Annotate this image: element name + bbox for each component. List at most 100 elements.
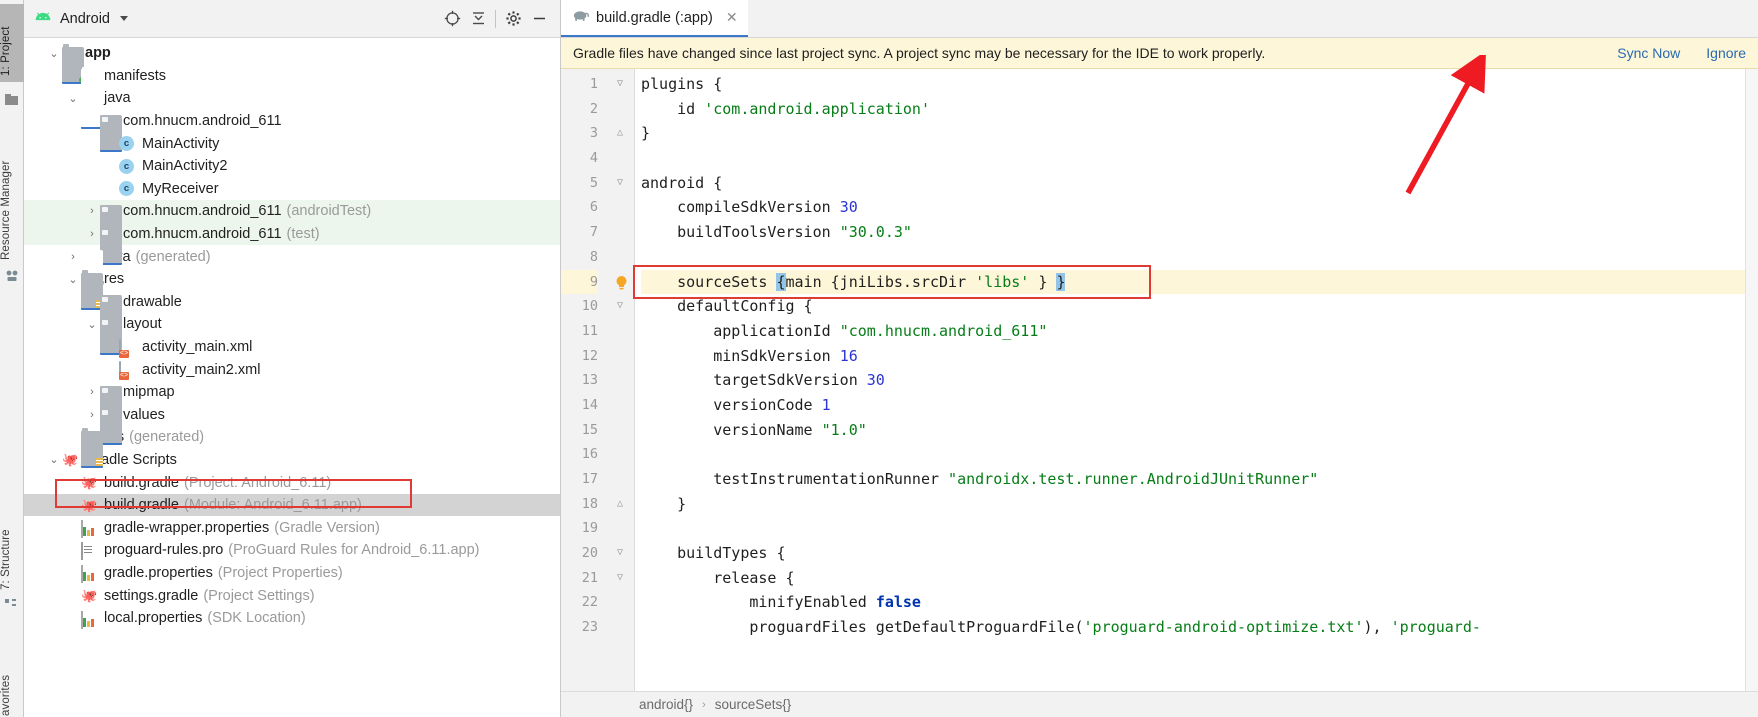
code-line[interactable] (641, 245, 1758, 270)
code-line[interactable]: versionCode 1 (641, 393, 1758, 418)
code-fold-collapse-icon[interactable]: △ (617, 498, 627, 509)
gutter-marker[interactable]: ▽ (607, 566, 634, 591)
code-line[interactable] (641, 516, 1758, 541)
code-line[interactable]: } (641, 121, 1758, 146)
code-fold-expand-icon[interactable]: ▽ (617, 177, 627, 188)
breadcrumb-item-1[interactable]: sourceSets{} (715, 697, 792, 712)
gutter-marker[interactable]: △ (607, 121, 634, 146)
gutter-marker[interactable] (607, 146, 634, 171)
gutter-marker[interactable] (607, 195, 634, 220)
chevron-right-icon[interactable]: › (84, 226, 100, 242)
chevron-down-icon[interactable] (119, 16, 128, 21)
tree-row[interactable]: 🐙 build.gradle (Project: Android_6.11) (24, 471, 560, 494)
code-line[interactable]: buildTypes { (641, 541, 1758, 566)
breadcrumb[interactable]: android{} › sourceSets{} (561, 691, 1758, 717)
code-line[interactable]: android { (641, 171, 1758, 196)
breadcrumb-item-0[interactable]: android{} (639, 697, 693, 712)
gutter-marker[interactable] (607, 368, 634, 393)
chevron-down-icon[interactable]: ⌄ (84, 316, 100, 332)
chevron-down-icon[interactable]: ⌄ (46, 45, 62, 61)
code-line[interactable]: applicationId "com.hnucm.android_611" (641, 319, 1758, 344)
collapse-all-icon[interactable] (465, 6, 491, 32)
chevron-right-icon[interactable]: › (65, 249, 81, 265)
sync-now-link[interactable]: Sync Now (1617, 45, 1680, 61)
tree-row[interactable]: 🐙 build.gradle (Module: Android_6.11.app) (24, 493, 560, 517)
gutter-marker[interactable] (607, 516, 634, 541)
tree-row[interactable]: gradle-wrapper.properties (Gradle Version… (24, 516, 560, 539)
code-fold-collapse-icon[interactable]: △ (617, 128, 627, 138)
chevron-right-icon[interactable]: › (84, 407, 100, 423)
tree-row[interactable]: ⌄ layout (24, 313, 560, 355)
code-line[interactable]: minifyEnabled false (641, 590, 1758, 615)
code-line[interactable]: minSdkVersion 16 (641, 344, 1758, 369)
code-fold-expand-icon[interactable]: ▽ (617, 572, 627, 583)
code-line[interactable]: buildToolsVersion "30.0.3" (641, 220, 1758, 245)
gutter-marker[interactable] (607, 590, 634, 615)
gutter-marker[interactable] (607, 442, 634, 467)
tree-row[interactable]: › mipmap (24, 381, 560, 423)
tool-button-favorites[interactable]: avorites (0, 628, 24, 716)
gutter-marker[interactable]: ▽ (607, 541, 634, 566)
code-line[interactable]: } (641, 492, 1758, 517)
editor-tab-build-gradle[interactable]: build.gradle (:app) ✕ (561, 0, 748, 37)
gutter-marker[interactable]: ▽ (607, 72, 634, 97)
tree-row[interactable]: ⌄com.hnucm.android_611 (24, 110, 560, 152)
code-line[interactable]: proguardFiles getDefaultProguardFile('pr… (641, 615, 1758, 640)
ignore-link[interactable]: Ignore (1706, 45, 1746, 61)
code-line[interactable]: id 'com.android.application' (641, 97, 1758, 122)
code-editor[interactable]: 1 2 3 4 5 6 7 8 9 10 11 12 13 14 15 16 17 18 19 20 21 22 23 ▽ △… (561, 69, 1758, 691)
gutter-marker[interactable] (607, 615, 634, 640)
tree-row[interactable]: local.properties (SDK Location) (24, 607, 560, 630)
code-line[interactable]: release { (641, 566, 1758, 591)
select-opened-file-icon[interactable] (439, 6, 465, 32)
tree-row[interactable]: ⌄ app (24, 42, 560, 84)
tree-row[interactable]: ›drawable (24, 291, 560, 333)
gutter-marker[interactable] (607, 220, 634, 245)
tree-row[interactable]: ›manifests (24, 65, 560, 107)
code-line[interactable]: targetSdkVersion 30 (641, 368, 1758, 393)
code-line[interactable]: versionName "1.0" (641, 418, 1758, 443)
code-text[interactable]: plugins { id 'com.android.application'} a… (635, 69, 1758, 691)
tree-row[interactable]: ⌄ 🐙 Gradle Scripts (24, 449, 560, 472)
gutter-marker[interactable]: ▽ (607, 294, 634, 319)
tree-row[interactable]: 🐙 settings.gradle (Project Settings) (24, 584, 560, 607)
chevron-down-icon[interactable]: ⌄ (65, 90, 81, 106)
gutter-marker[interactable] (607, 467, 634, 492)
code-fold-expand-icon[interactable]: ▽ (617, 301, 627, 311)
chevron-right-icon[interactable]: › (84, 384, 100, 400)
editor-vertical-scrollbar[interactable] (1745, 69, 1758, 691)
tree-row[interactable]: › com.hnucm.android_611 (test) (24, 222, 560, 265)
tree-row[interactable]: proguard-rules.pro (ProGuard Rules for An… (24, 539, 560, 562)
tree-row[interactable]: activity_main2.xml (24, 358, 560, 381)
tree-row[interactable]: › values (24, 404, 560, 446)
code-line[interactable]: plugins { (641, 72, 1758, 97)
chevron-down-icon[interactable]: ⌄ (65, 271, 81, 287)
code-line[interactable]: compileSdkVersion 30 (641, 195, 1758, 220)
tool-button-resource-manager[interactable]: Resource Manager (0, 120, 24, 260)
hide-tool-window-icon[interactable] (526, 6, 552, 32)
project-tree[interactable]: ⌄app›manifests⌄java⌄com.hnucm.android_61… (24, 38, 560, 717)
intention-bulb-icon[interactable] (615, 274, 627, 290)
fold-and-hint-gutter[interactable]: ▽ △ ▽ ▽ △ ▽ ▽ (607, 69, 635, 691)
tree-row[interactable]: › com.hnucm.android_611 (androidTest) (24, 200, 560, 242)
tree-row[interactable]: c MainActivity2 (24, 155, 560, 178)
gutter-marker[interactable]: ▽ (607, 171, 634, 196)
gutter-marker[interactable] (607, 344, 634, 369)
settings-gear-icon[interactable] (500, 6, 526, 32)
project-view-selector-label[interactable]: Android (60, 11, 110, 27)
chevron-down-icon[interactable]: ⌄ (46, 452, 62, 468)
tree-row[interactable]: gradle.properties (Project Properties) (24, 562, 560, 585)
gutter-marker[interactable] (607, 97, 634, 122)
close-icon[interactable]: ✕ (726, 9, 738, 26)
code-fold-expand-icon[interactable]: ▽ (617, 548, 627, 558)
chevron-right-icon[interactable]: › (84, 203, 100, 219)
code-line[interactable]: testInstrumentationRunner "androidx.test… (641, 467, 1758, 492)
tree-row[interactable]: c MyReceiver (24, 178, 560, 201)
gutter-marker[interactable] (607, 393, 634, 418)
code-line[interactable]: sourceSets {main {jniLibs.srcDir 'libs' … (641, 269, 1758, 295)
tree-row[interactable]: ⌄ java (24, 87, 560, 129)
tool-button-project[interactable]: 1: Project (0, 4, 24, 82)
gutter-marker[interactable]: △ (607, 492, 634, 517)
code-line[interactable] (641, 442, 1758, 467)
code-fold-expand-icon[interactable]: ▽ (617, 79, 627, 89)
